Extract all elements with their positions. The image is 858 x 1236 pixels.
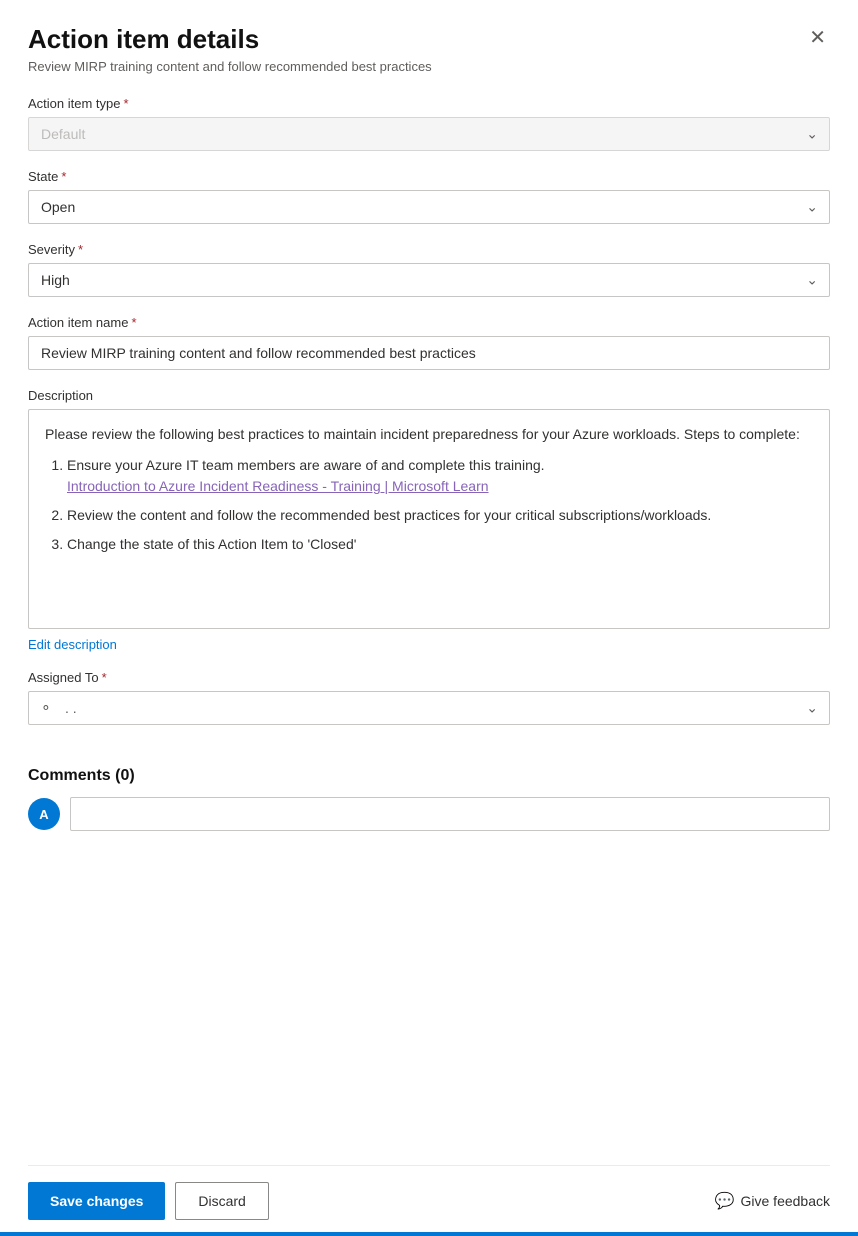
discard-button[interactable]: Discard <box>175 1182 268 1220</box>
assigned-to-wrapper: ⚬ . . ⌄ <box>28 691 830 725</box>
action-item-type-select[interactable]: Default <box>28 117 830 151</box>
assigned-to-required-star: * <box>102 670 107 685</box>
person-icon: ⚬ <box>40 700 52 717</box>
state-wrapper: Open Closed In Progress ⌄ <box>28 190 830 224</box>
feedback-icon: 💬 <box>715 1191 735 1211</box>
step-1-link[interactable]: Introduction to Azure Incident Readiness… <box>67 478 489 494</box>
comment-avatar: A <box>28 798 60 830</box>
comments-section: Comments (0) A <box>28 767 830 1145</box>
step-1-text: Ensure your Azure IT team members are aw… <box>67 457 545 473</box>
description-intro: Please review the following best practic… <box>45 424 813 445</box>
step-3-text: Change the state of this Action Item to … <box>67 536 356 552</box>
comments-title: Comments (0) <box>28 767 830 785</box>
action-item-name-required-star: * <box>131 315 136 330</box>
assigned-to-select[interactable]: . . <box>28 691 830 725</box>
required-star: * <box>124 96 129 111</box>
panel-subtitle: Review MIRP training content and follow … <box>28 59 830 74</box>
footer-left: Save changes Discard <box>28 1182 269 1220</box>
description-content: Please review the following best practic… <box>28 409 830 629</box>
edit-description-link[interactable]: Edit description <box>28 637 117 652</box>
description-label: Description <box>28 388 830 403</box>
state-label: State * <box>28 169 830 184</box>
bottom-bar <box>0 1232 858 1236</box>
feedback-label: Give feedback <box>741 1193 831 1209</box>
state-required-star: * <box>61 169 66 184</box>
severity-select[interactable]: High Medium Low <box>28 263 830 297</box>
close-button[interactable]: ✕ <box>805 24 830 52</box>
description-steps: Ensure your Azure IT team members are aw… <box>45 455 813 555</box>
severity-label: Severity * <box>28 242 830 257</box>
severity-wrapper: High Medium Low ⌄ <box>28 263 830 297</box>
action-item-type-wrapper: Default ⌄ <box>28 117 830 151</box>
comment-input[interactable] <box>70 797 830 831</box>
panel-title: Action item details <box>28 24 259 55</box>
give-feedback-button[interactable]: 💬 Give feedback <box>715 1191 830 1211</box>
step-2-text: Review the content and follow the recomm… <box>67 507 711 523</box>
description-step-3: Change the state of this Action Item to … <box>67 534 813 555</box>
action-item-name-label: Action item name * <box>28 315 830 330</box>
description-step-2: Review the content and follow the recomm… <box>67 505 813 526</box>
save-changes-button[interactable]: Save changes <box>28 1182 165 1220</box>
comment-input-row: A <box>28 797 830 831</box>
state-select[interactable]: Open Closed In Progress <box>28 190 830 224</box>
severity-required-star: * <box>78 242 83 257</box>
assigned-to-label: Assigned To * <box>28 670 830 685</box>
assigned-to-chevron-icon: ⌄ <box>806 700 818 717</box>
footer-bar: Save changes Discard 💬 Give feedback <box>28 1165 830 1236</box>
description-step-1: Ensure your Azure IT team members are aw… <box>67 455 813 497</box>
action-item-type-label: Action item type * <box>28 96 830 111</box>
action-item-name-input[interactable] <box>28 336 830 370</box>
